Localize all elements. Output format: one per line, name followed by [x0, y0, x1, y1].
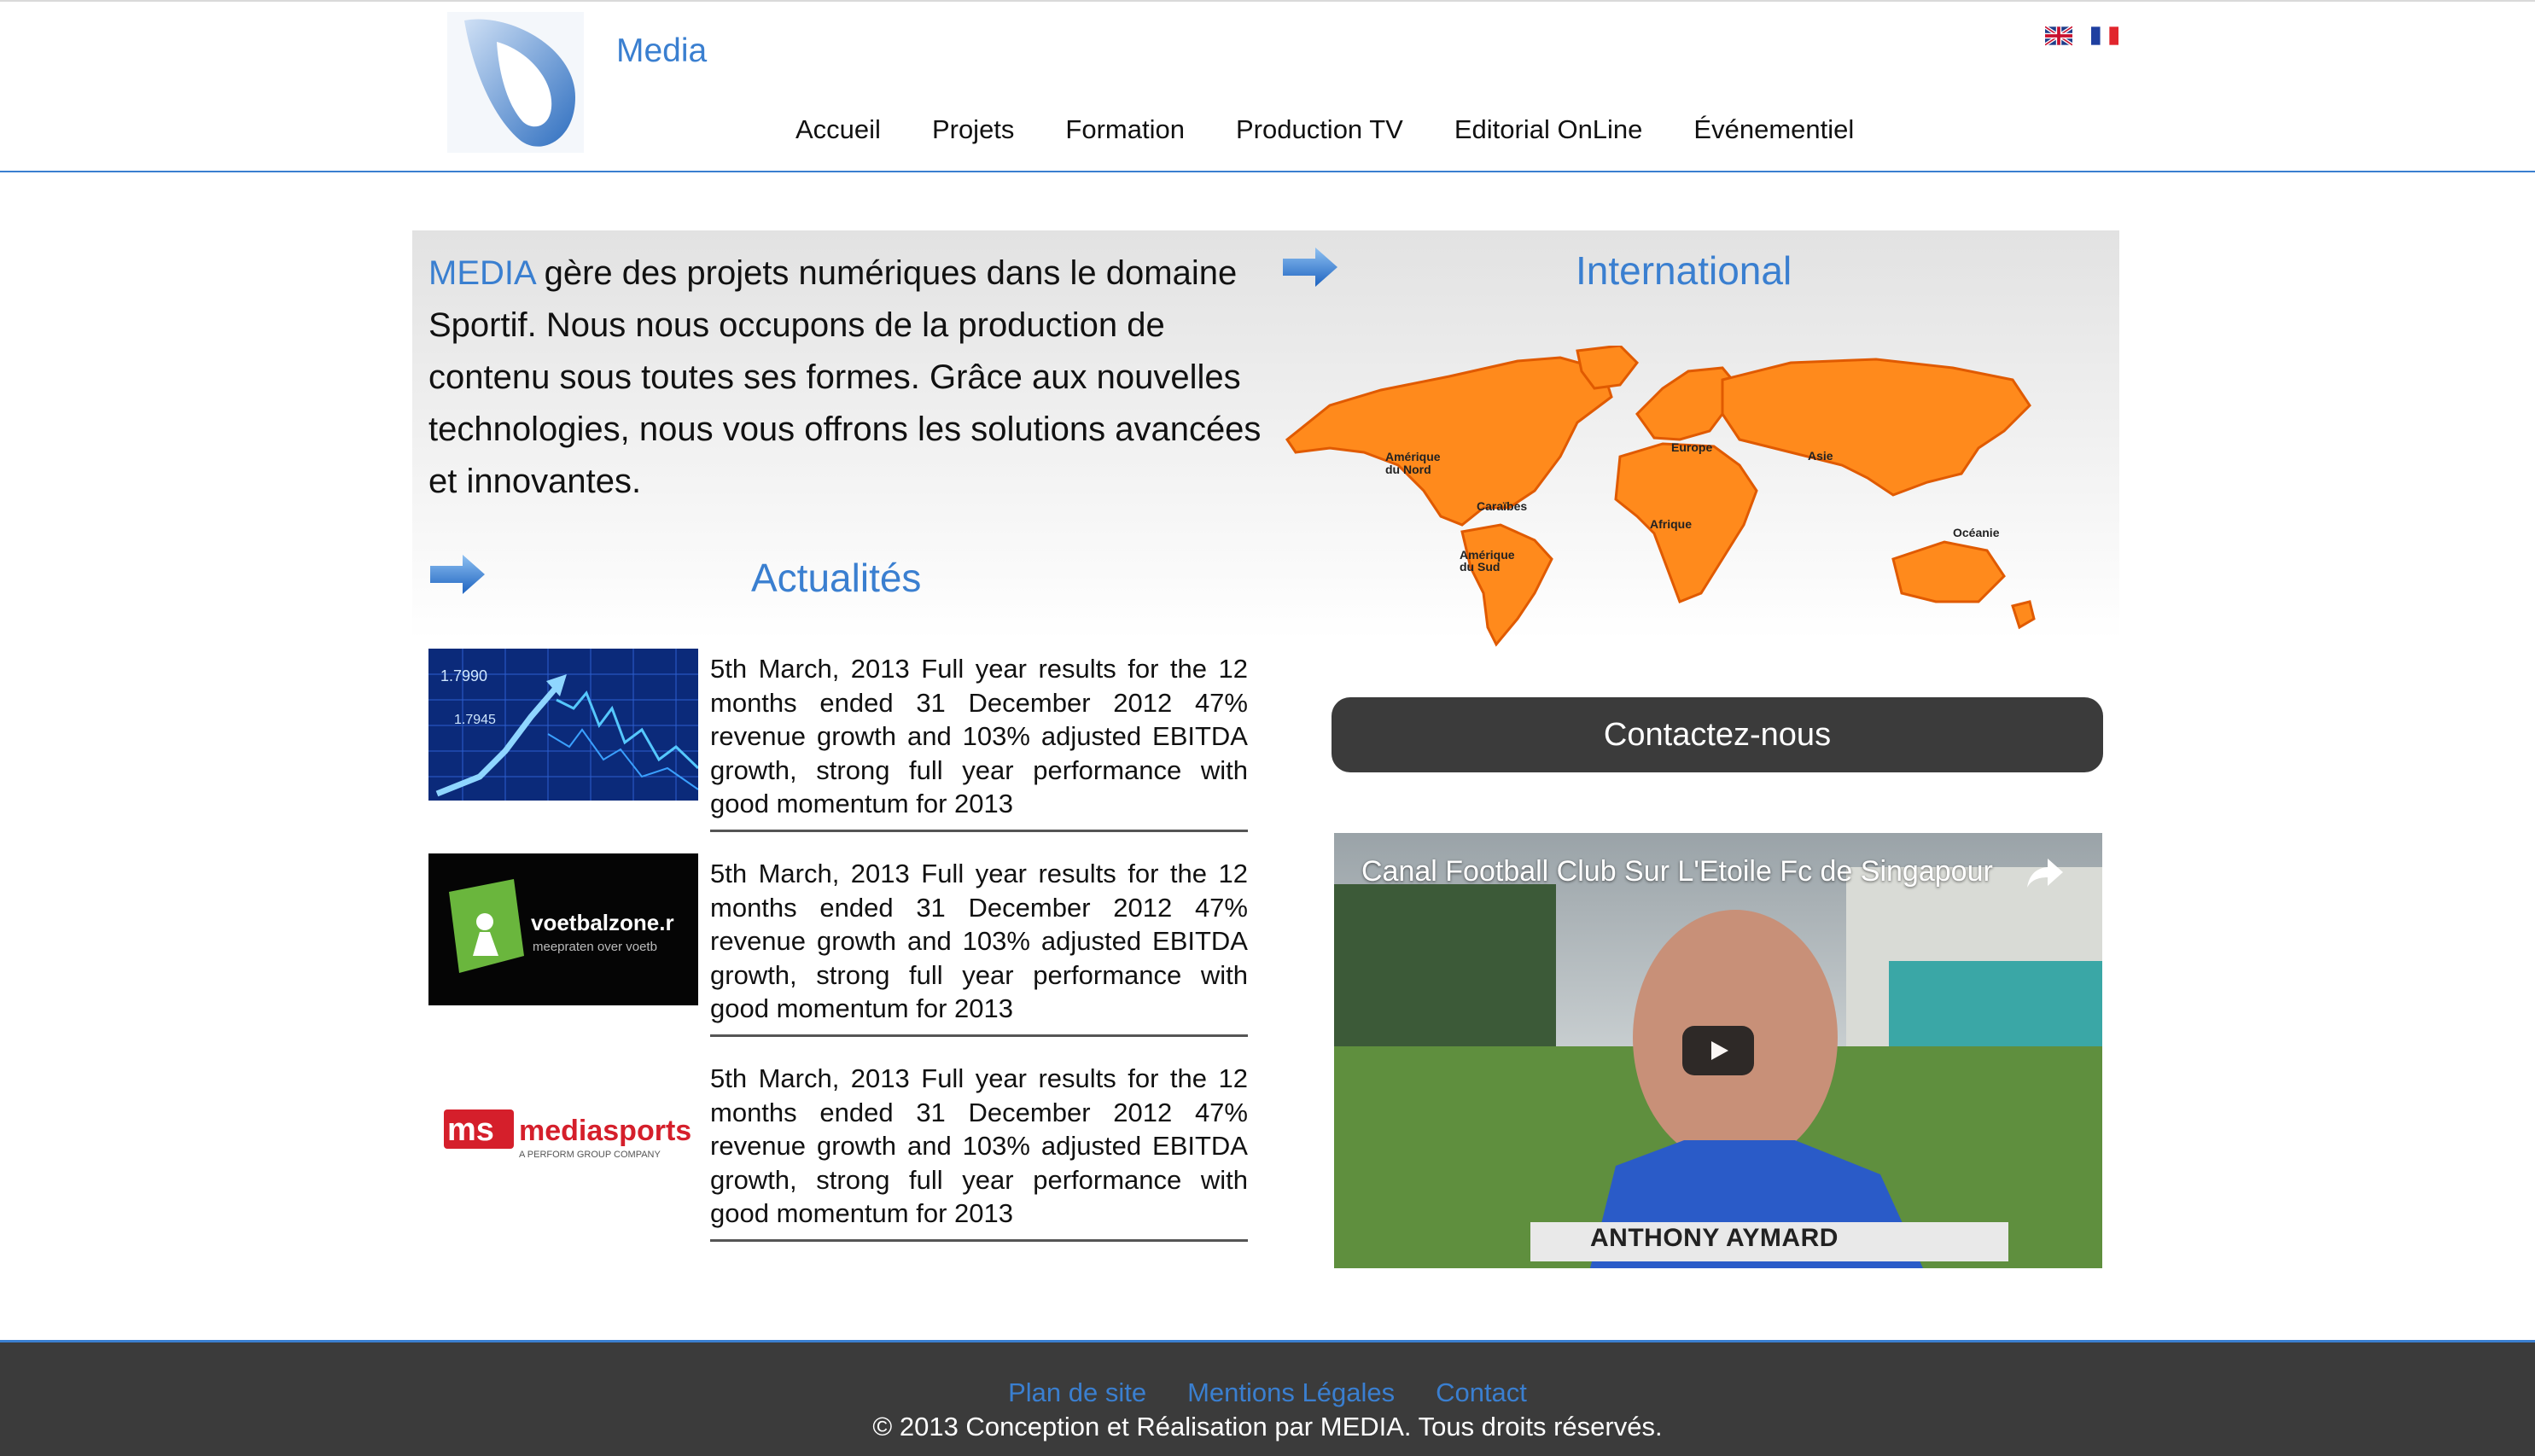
news-divider: [710, 1034, 1248, 1037]
arrow-right-icon: [430, 555, 485, 594]
stock-chart-thumbnail[interactable]: 1.7990 1.7945: [428, 649, 698, 801]
mediasports-mark: ms: [447, 1112, 494, 1148]
footer-links: Plan de site Mentions Légales Contact: [0, 1377, 2535, 1408]
news-item[interactable]: ms mediasports A PERFORM GROUP COMPANY 5…: [428, 1058, 1248, 1242]
nav-accueil[interactable]: Accueil: [795, 114, 881, 157]
nav-editorial-online[interactable]: Editorial OnLine: [1454, 114, 1643, 157]
footer-link-contact[interactable]: Contact: [1436, 1377, 1527, 1408]
share-icon[interactable]: [2025, 855, 2065, 889]
en-flag-icon[interactable]: [2045, 26, 2072, 46]
intro-body: gère des projets numériques dans le doma…: [428, 254, 1262, 500]
map-label: Afrique: [1650, 517, 1692, 531]
mediasports-tagline: A PERFORM GROUP COMPANY: [519, 1150, 661, 1160]
map-label: Asie: [1808, 449, 1833, 463]
footer-link-mentions-legales[interactable]: Mentions Légales: [1187, 1377, 1395, 1408]
video-caption: ANTHONY AYMARD: [1590, 1224, 1839, 1252]
contact-button[interactable]: Contactez-nous: [1332, 697, 2103, 772]
language-switcher: [2045, 26, 2118, 48]
map-label: Europe: [1671, 440, 1712, 454]
chart-label: 1.7945: [454, 713, 496, 727]
news-heading: Actualités: [751, 556, 922, 600]
voetbalzone-name: voetbalzone.r: [531, 910, 674, 935]
video-player[interactable]: Canal Football Club Sur L'Etoile Fc de S…: [1334, 833, 2102, 1268]
video-title[interactable]: Canal Football Club Sur L'Etoile Fc de S…: [1361, 855, 1993, 888]
mediasports-thumbnail[interactable]: ms mediasports A PERFORM GROUP COMPANY: [428, 1058, 698, 1210]
chart-label: 1.7990: [440, 667, 487, 684]
play-button[interactable]: [1682, 1026, 1754, 1075]
map-label: du Nord: [1385, 463, 1431, 476]
voetbalzone-tagline: meepraten over voetb: [533, 940, 657, 954]
news-item[interactable]: voetbalzone.r meepraten over voetb 5th M…: [428, 853, 1248, 1037]
fr-flag-icon[interactable]: [2091, 26, 2118, 46]
arrow-right-icon: [1283, 248, 1337, 287]
play-icon: [1711, 1041, 1728, 1060]
main-nav: Accueil Projets Formation Production TV …: [795, 114, 1854, 157]
mediasports-name: mediasports: [519, 1115, 691, 1147]
news-item[interactable]: 1.7990 1.7945 5th March, 2013 Full year …: [428, 649, 1248, 832]
nav-production-tv[interactable]: Production TV: [1236, 114, 1403, 157]
map-label: Amérique: [1385, 450, 1441, 463]
news-text: 5th March, 2013 Full year results for th…: [710, 859, 1248, 1023]
media-logo[interactable]: [447, 12, 584, 153]
news-text: 5th March, 2013 Full year results for th…: [710, 1063, 1248, 1228]
news-text: 5th March, 2013 Full year results for th…: [710, 654, 1248, 818]
news-divider: [710, 1239, 1248, 1242]
voetbalzone-thumbnail[interactable]: voetbalzone.r meepraten over voetb: [428, 853, 698, 1005]
intro-highlight: MEDIA: [428, 254, 535, 292]
world-map[interactable]: Amérique du Nord Caraïbes Amérique du Su…: [1279, 346, 2057, 649]
footer-link-plan-de-site[interactable]: Plan de site: [1008, 1377, 1146, 1408]
nav-formation[interactable]: Formation: [1065, 114, 1185, 157]
nav-evenementiel[interactable]: Événementiel: [1693, 114, 1854, 157]
map-label: du Sud: [1460, 560, 1500, 574]
brand-name[interactable]: Media: [616, 32, 707, 70]
news-divider: [710, 830, 1248, 832]
map-label: Caraïbes: [1477, 499, 1527, 513]
copyright-text: © 2013 Conception et Réalisation par MED…: [872, 1412, 1663, 1441]
international-heading: International: [1576, 248, 1792, 293]
map-label: Océanie: [1953, 526, 2000, 539]
intro-text: MEDIA gère des projets numériques dans l…: [428, 248, 1265, 508]
nav-projets[interactable]: Projets: [932, 114, 1014, 157]
